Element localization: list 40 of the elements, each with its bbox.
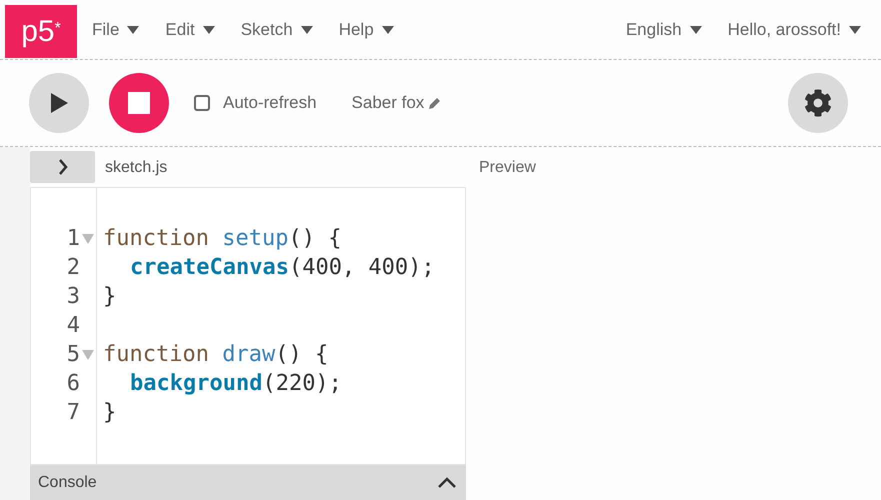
- menu-item[interactable]: Edit: [165, 16, 215, 42]
- code-line: }: [103, 284, 116, 309]
- menu-item[interactable]: Sketch: [240, 16, 313, 42]
- line-number: 1: [66, 225, 80, 253]
- file-tab[interactable]: sketch.js: [105, 156, 168, 180]
- line-number: 4: [66, 312, 80, 340]
- line-number: 5: [66, 341, 80, 369]
- menu-item[interactable]: English: [626, 16, 702, 42]
- chevron-up-icon[interactable]: [438, 476, 456, 488]
- auto-refresh-checkbox[interactable]: [194, 95, 210, 111]
- console-label: Console: [38, 472, 97, 492]
- sidebar-toggle-button[interactable]: [30, 151, 95, 183]
- caret-icon: [849, 26, 861, 34]
- sketch-name[interactable]: Saber fox: [352, 90, 424, 116]
- menu-item[interactable]: File: [92, 16, 140, 42]
- line-number: 6: [66, 370, 80, 398]
- menu-item[interactable]: Help: [338, 16, 394, 42]
- pencil-icon[interactable]: [428, 96, 442, 110]
- caret-icon: [202, 26, 215, 34]
- line-number: 7: [66, 399, 80, 427]
- caret-icon: [382, 26, 394, 34]
- code-line: function setup() {: [103, 226, 342, 251]
- settings-icon: [804, 89, 832, 117]
- caret-icon: [300, 26, 313, 34]
- stop-icon: [128, 92, 150, 114]
- caret-icon: [690, 26, 702, 34]
- caret-icon: [127, 26, 140, 34]
- console-bar[interactable]: Console: [30, 465, 466, 500]
- chevron-right-icon: [58, 159, 68, 175]
- line-number: 3: [66, 283, 80, 311]
- code-line: }: [103, 400, 116, 425]
- code-line: createCanvas(400, 400);: [130, 255, 435, 280]
- menu-item[interactable]: Hello, arossoft!: [728, 16, 861, 42]
- auto-refresh-label: Auto-refresh: [223, 92, 317, 114]
- preview-label: Preview: [479, 159, 536, 176]
- play-icon: [49, 92, 69, 114]
- code-line: background(220);: [130, 371, 342, 396]
- code-line: function draw() {: [103, 342, 328, 367]
- p5-logo[interactable]: p5*: [5, 5, 77, 58]
- line-number: 2: [66, 254, 80, 282]
